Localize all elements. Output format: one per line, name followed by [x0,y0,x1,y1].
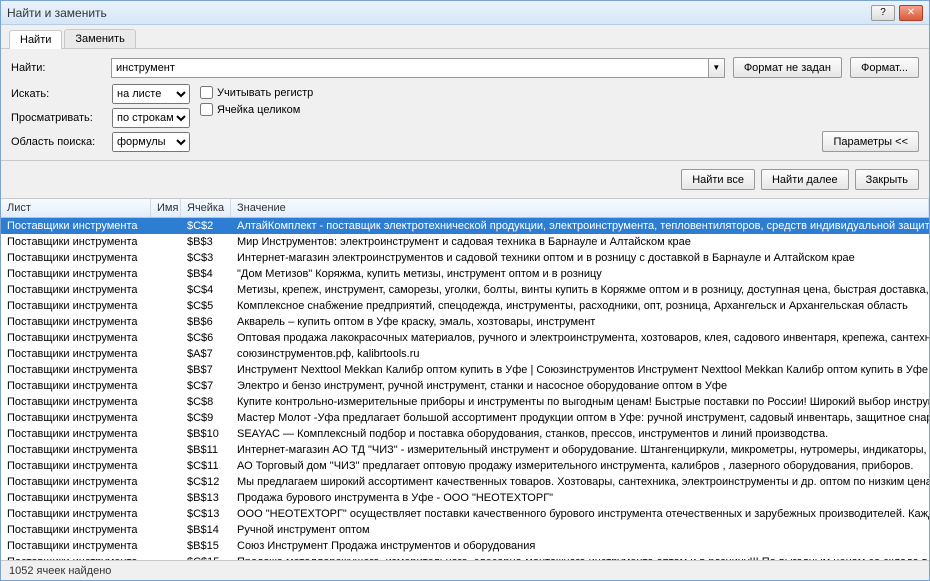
format-button[interactable]: Формат... [850,57,919,78]
table-row[interactable]: Поставщики инструмента$B$4"Дом Метизов" … [1,266,929,282]
col-header-sheet[interactable]: Лист [1,199,151,217]
table-row[interactable]: Поставщики инструмента$C$8Купите контрол… [1,394,929,410]
close-window-button[interactable]: ✕ [899,5,923,21]
grid-body[interactable]: Поставщики инструмента$C$2АлтайКомплект … [1,218,929,560]
match-whole-checkbox[interactable]: Ячейка целиком [200,103,313,116]
table-row[interactable]: Поставщики инструмента$B$15Союз Инструме… [1,538,929,554]
search-form: Найти: ▼ Формат не задан Формат... Искат… [1,49,929,161]
tabs: Найти Заменить [1,25,929,49]
find-label: Найти: [11,62,103,74]
table-row[interactable]: Поставщики инструмента$C$13ООО "НЕОТЕХТО… [1,506,929,522]
search-dropdown-icon[interactable]: ▼ [709,58,725,78]
table-row[interactable]: Поставщики инструмента$A$7союзинструмент… [1,346,929,362]
status-count: 1052 ячеек найдено [9,565,111,577]
grid-header: Лист Имя Ячейка Значение [1,199,929,218]
results-grid: Лист Имя Ячейка Значение Поставщики инст… [1,199,929,560]
tab-find[interactable]: Найти [9,30,62,49]
scan-label: Просматривать: [11,112,106,124]
table-row[interactable]: Поставщики инструмента$C$3Интернет-магаз… [1,250,929,266]
format-status-button[interactable]: Формат не задан [733,57,842,78]
col-header-cell[interactable]: Ячейка [181,199,231,217]
help-button[interactable]: ? [871,5,895,21]
find-replace-dialog: Найти и заменить ? ✕ Найти Заменить Найт… [0,0,930,581]
table-row[interactable]: Поставщики инструмента$B$7Инструмент Nex… [1,362,929,378]
search-input[interactable] [111,58,709,78]
table-row[interactable]: Поставщики инструмента$C$11АО Торговый д… [1,458,929,474]
search-in-label: Искать: [11,88,106,100]
parameters-button[interactable]: Параметры << [822,131,919,152]
table-row[interactable]: Поставщики инструмента$B$10SEAYAC — Комп… [1,426,929,442]
look-in-select[interactable]: формулы [112,132,190,152]
match-case-checkbox[interactable]: Учитывать регистр [200,86,313,99]
look-in-label: Область поиска: [11,136,106,148]
table-row[interactable]: Поставщики инструмента$C$6Оптовая продаж… [1,330,929,346]
table-row[interactable]: Поставщики инструмента$C$12Мы предлагаем… [1,474,929,490]
table-row[interactable]: Поставщики инструмента$C$2АлтайКомплект … [1,218,929,234]
close-button[interactable]: Закрыть [855,169,919,190]
table-row[interactable]: Поставщики инструмента$B$14Ручной инстру… [1,522,929,538]
find-all-button[interactable]: Найти все [681,169,755,190]
window-title: Найти и заменить [7,6,871,20]
table-row[interactable]: Поставщики инструмента$B$6Акварель – куп… [1,314,929,330]
col-header-name[interactable]: Имя [151,199,181,217]
find-next-button[interactable]: Найти далее [761,169,849,190]
titlebar: Найти и заменить ? ✕ [1,1,929,25]
col-header-value[interactable]: Значение [231,199,929,217]
table-row[interactable]: Поставщики инструмента$B$3Мир Инструмент… [1,234,929,250]
table-row[interactable]: Поставщики инструмента$C$7Электро и бенз… [1,378,929,394]
statusbar: 1052 ячеек найдено [1,560,929,580]
table-row[interactable]: Поставщики инструмента$C$5Комплексное сн… [1,298,929,314]
table-row[interactable]: Поставщики инструмента$B$11Интернет-мага… [1,442,929,458]
tab-replace[interactable]: Заменить [64,29,135,48]
table-row[interactable]: Поставщики инструмента$C$4Метизы, крепеж… [1,282,929,298]
search-in-select[interactable]: на листе [112,84,190,104]
table-row[interactable]: Поставщики инструмента$C$9Мастер Молот -… [1,410,929,426]
scan-select[interactable]: по строкам [112,108,190,128]
action-buttons: Найти все Найти далее Закрыть [1,161,929,199]
table-row[interactable]: Поставщики инструмента$B$13Продажа буров… [1,490,929,506]
